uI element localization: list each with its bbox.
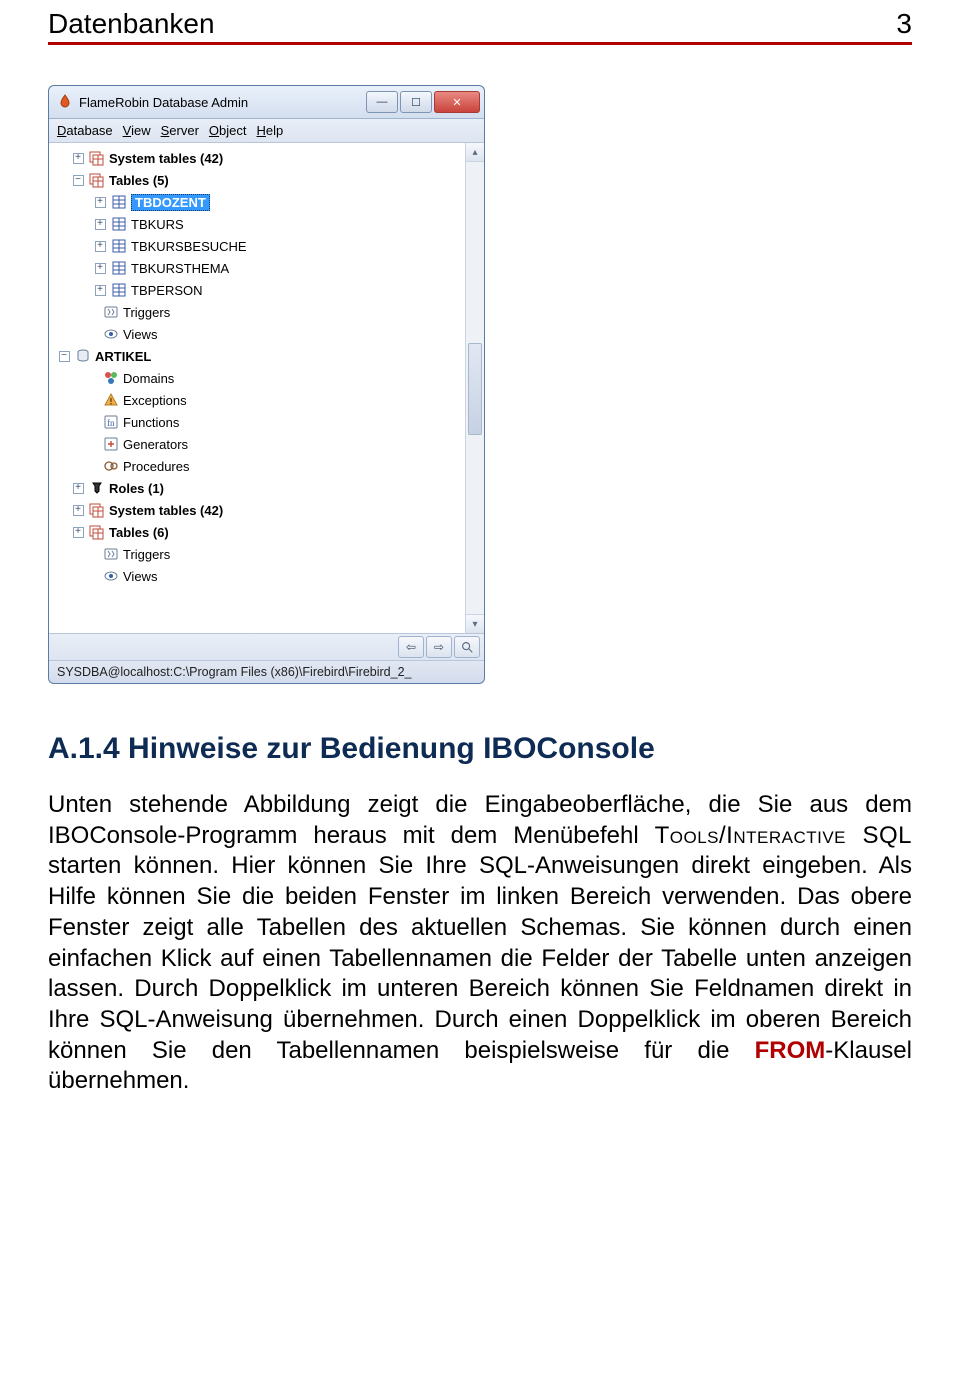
tree-node-tbperson[interactable]: + TBPERSON	[53, 279, 465, 301]
close-button[interactable]: ✕	[434, 91, 480, 113]
trigger-icon	[102, 545, 120, 563]
scroll-up-icon[interactable]: ▴	[466, 143, 484, 162]
tree-node-views-2[interactable]: Views	[53, 565, 465, 587]
scroll-thumb[interactable]	[468, 343, 482, 435]
tree-node-functions[interactable]: Functions	[53, 411, 465, 433]
page-rule	[48, 42, 912, 45]
minimize-button[interactable]: —	[366, 91, 398, 113]
menu-help[interactable]: Help	[257, 123, 284, 138]
tree-node-generators[interactable]: Generators	[53, 433, 465, 455]
trigger-icon	[102, 303, 120, 321]
app-icon	[57, 94, 73, 110]
tree-node-tbdozent[interactable]: + TBDOZENT	[53, 191, 465, 213]
body-span: starten können. Hier können Sie Ihre SQL…	[48, 852, 912, 1063]
scroll-down-icon[interactable]: ▾	[466, 614, 484, 633]
view-icon	[102, 325, 120, 343]
domains-icon	[102, 369, 120, 387]
tree-node-domains[interactable]: Domains	[53, 367, 465, 389]
maximize-button[interactable]: ☐	[400, 91, 432, 113]
tree-node-system-tables[interactable]: + System tables (42)	[53, 147, 465, 169]
titlebar: FlameRobin Database Admin — ☐ ✕	[49, 86, 484, 119]
tree-node-system-tables-2[interactable]: + System tables (42)	[53, 499, 465, 521]
search-button[interactable]	[454, 636, 480, 658]
page-header: Datenbanken 3	[48, 0, 912, 42]
tree-node-artikel[interactable]: − ARTIKEL	[53, 345, 465, 367]
tree-node-exceptions[interactable]: Exceptions	[53, 389, 465, 411]
table-icon	[110, 259, 128, 277]
table-icon	[110, 215, 128, 233]
status-text: SYSDBA@localhost:C:\Program Files (x86)\…	[57, 665, 411, 679]
statusbar: SYSDBA@localhost:C:\Program Files (x86)\…	[49, 661, 484, 683]
flamerobin-window: FlameRobin Database Admin — ☐ ✕ Database…	[48, 85, 485, 684]
procedure-icon	[102, 457, 120, 475]
tree-node-views[interactable]: Views	[53, 323, 465, 345]
menu-object[interactable]: Object	[209, 123, 247, 138]
tree-node-triggers-2[interactable]: Triggers	[53, 543, 465, 565]
tree-node-roles[interactable]: + Roles (1)	[53, 477, 465, 499]
section-body: Unten stehende Abbildung zeigt die Einga…	[48, 790, 912, 1097]
warning-icon	[102, 391, 120, 409]
database-icon	[74, 347, 92, 365]
table-icon	[110, 193, 128, 211]
menubar: Database View Server Object Help	[49, 119, 484, 143]
tree-node-tables-2[interactable]: + Tables (6)	[53, 521, 465, 543]
function-icon	[102, 413, 120, 431]
table-icon	[110, 281, 128, 299]
window-title: FlameRobin Database Admin	[79, 95, 366, 110]
menu-view[interactable]: View	[123, 123, 151, 138]
table-icon	[110, 237, 128, 255]
tree-view[interactable]: + System tables (42) − Tables (5) + TBDO…	[49, 143, 465, 633]
tree-node-tables[interactable]: − Tables (5)	[53, 169, 465, 191]
nav-toolbar: ⇦ ⇨	[49, 634, 484, 661]
section-title: A.1.4 Hinweise zur Bedienung IBOConsole	[48, 732, 912, 766]
tree-node-triggers[interactable]: Triggers	[53, 301, 465, 323]
roles-icon	[88, 479, 106, 497]
tree-node-tbkursthema[interactable]: + TBKURSTHEMA	[53, 257, 465, 279]
generator-icon	[102, 435, 120, 453]
tree-node-procedures[interactable]: Procedures	[53, 455, 465, 477]
vertical-scrollbar[interactable]: ▴ ▾	[465, 143, 484, 633]
from-keyword: FROM	[755, 1037, 826, 1064]
menu-command: Tools/Interactive SQL	[655, 822, 912, 849]
tree-node-tbkursbesuche[interactable]: + TBKURSBESUCHE	[53, 235, 465, 257]
back-button[interactable]: ⇦	[398, 636, 424, 658]
tables-icon	[88, 149, 106, 167]
page-number: 3	[896, 8, 912, 40]
tables-icon	[88, 501, 106, 519]
menu-server[interactable]: Server	[161, 123, 199, 138]
tables-icon	[88, 523, 106, 541]
forward-button[interactable]: ⇨	[426, 636, 452, 658]
tree-node-tbkurs[interactable]: + TBKURS	[53, 213, 465, 235]
tables-icon	[88, 171, 106, 189]
menu-database[interactable]: Database	[57, 123, 113, 138]
view-icon	[102, 567, 120, 585]
